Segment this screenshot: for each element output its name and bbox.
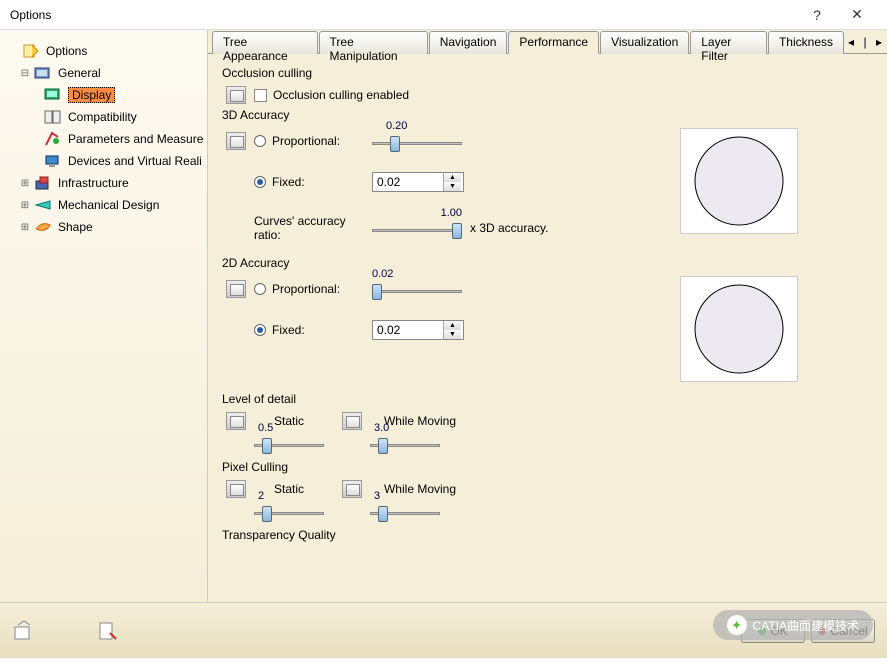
options-tree: Options ⊟ General Display Compatibility … — [0, 30, 207, 602]
lod-moving-slider[interactable]: 3.0 — [370, 434, 440, 452]
watermark: ✦ CATIA曲面建模技术 — [713, 610, 873, 640]
tree-compatibility[interactable]: Compatibility — [6, 106, 205, 128]
tab-navigation[interactable]: Navigation — [429, 31, 508, 54]
transparency-title: Transparency Quality — [222, 528, 873, 542]
options-icon — [20, 42, 42, 60]
tab-visualization[interactable]: Visualization — [600, 31, 689, 54]
spin-down-icon[interactable]: ▼ — [444, 330, 461, 339]
3d-accuracy-preview — [680, 128, 798, 234]
titlebar: Options ? ✕ — [0, 0, 887, 30]
tree-devices[interactable]: Devices and Virtual Reali — [6, 150, 205, 172]
pixel-static-slider[interactable]: 2 — [254, 502, 324, 520]
mechanical-icon — [32, 196, 54, 214]
3d-fixed-radio[interactable] — [254, 176, 266, 188]
tree-display[interactable]: Display — [6, 84, 205, 106]
pixel-moving-slider[interactable]: 3 — [370, 502, 440, 520]
devices-icon — [42, 152, 64, 170]
3d-proportional-radio[interactable] — [254, 135, 266, 147]
3d-fixed-input[interactable]: ▲▼ — [372, 172, 464, 192]
pixel-culling-title: Pixel Culling — [222, 460, 873, 474]
tab-scroll-right[interactable]: ▸ — [873, 35, 885, 49]
tab-scroll-home[interactable]: | — [859, 35, 871, 49]
2d-accuracy-title: 2D Accuracy — [222, 256, 873, 270]
general-icon — [32, 64, 54, 82]
compatibility-icon — [42, 108, 64, 126]
help-button[interactable]: ? — [797, 7, 837, 23]
3d-accuracy-title: 3D Accuracy — [222, 108, 873, 122]
lock-icon[interactable] — [226, 86, 246, 104]
tree-root-options[interactable]: Options — [6, 40, 205, 62]
tree-shape[interactable]: ⊞ Shape — [6, 216, 205, 238]
performance-pane: Occlusion culling Occlusion culling enab… — [208, 54, 887, 602]
lock-icon[interactable] — [226, 280, 246, 298]
spin-up-icon[interactable]: ▲ — [444, 173, 461, 182]
occlusion-label: Occlusion culling enabled — [273, 88, 409, 102]
occlusion-checkbox[interactable] — [254, 89, 267, 102]
tree-general[interactable]: ⊟ General — [6, 62, 205, 84]
lod-static-slider[interactable]: 0.5 — [254, 434, 324, 452]
2d-proportional-slider[interactable]: 0.02 — [372, 280, 462, 298]
tree-parameters[interactable]: Parameters and Measure — [6, 128, 205, 150]
tab-layer-filter[interactable]: Layer Filter — [690, 31, 767, 54]
tab-tree-manipulation[interactable]: Tree Manipulation — [319, 31, 428, 54]
window-title: Options — [10, 8, 797, 22]
display-icon — [42, 86, 64, 104]
lock-icon[interactable] — [342, 412, 362, 430]
parameters-icon — [42, 130, 64, 148]
2d-fixed-input[interactable]: ▲▼ — [372, 320, 464, 340]
shape-icon — [32, 218, 54, 236]
tree-infrastructure[interactable]: ⊞ Infrastructure — [6, 172, 205, 194]
lock-icon[interactable] — [226, 412, 246, 430]
expand-icon[interactable]: ⊞ — [18, 200, 32, 211]
3d-ratio-slider[interactable]: 1.00 — [372, 219, 462, 237]
tree-mechanical-design[interactable]: ⊞ Mechanical Design — [6, 194, 205, 216]
tab-bar: Tree Appearance Tree Manipulation Naviga… — [208, 30, 887, 54]
expand-icon[interactable]: ⊞ — [18, 178, 32, 189]
2d-fixed-radio[interactable] — [254, 324, 266, 336]
occlusion-group-title: Occlusion culling — [222, 66, 873, 80]
collapse-icon[interactable]: ⊟ — [18, 68, 32, 79]
tab-performance[interactable]: Performance — [508, 31, 599, 54]
lock-icon[interactable] — [226, 132, 246, 150]
infrastructure-icon — [32, 174, 54, 192]
tab-scroll-left[interactable]: ◂ — [845, 35, 857, 49]
wechat-icon: ✦ — [727, 615, 747, 635]
lod-title: Level of detail — [222, 392, 873, 406]
3d-proportional-slider[interactable]: 0.20 — [372, 132, 462, 150]
expand-icon[interactable]: ⊞ — [18, 222, 32, 233]
tab-thickness[interactable]: Thickness — [768, 31, 844, 54]
spin-up-icon[interactable]: ▲ — [444, 321, 461, 330]
export-icon[interactable] — [96, 619, 120, 643]
tab-tree-appearance[interactable]: Tree Appearance — [212, 31, 318, 54]
2d-accuracy-preview — [680, 276, 798, 382]
reset-icon[interactable] — [12, 619, 36, 643]
spin-down-icon[interactable]: ▼ — [444, 182, 461, 191]
lock-icon[interactable] — [342, 480, 362, 498]
close-button[interactable]: ✕ — [837, 6, 877, 23]
2d-proportional-radio[interactable] — [254, 283, 266, 295]
lock-icon[interactable] — [226, 480, 246, 498]
